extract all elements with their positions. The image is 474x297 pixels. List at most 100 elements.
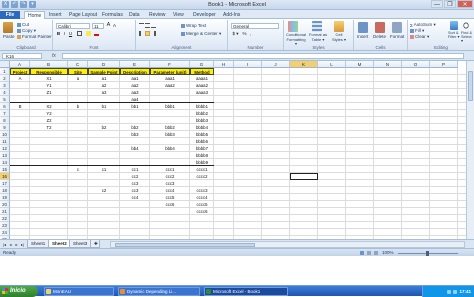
row-header-3[interactable]: 3 [0,82,10,89]
table-cell[interactable]: a3 [88,89,120,96]
column-header-e[interactable]: E [120,61,150,68]
table-cell[interactable]: bbbb6 [190,138,214,145]
table-cell[interactable]: c [68,166,88,173]
vertical-scroll-thumb[interactable] [468,71,473,101]
italic-button[interactable]: I [62,31,67,36]
merge-center-button[interactable]: Merge & Center ▾ [181,31,221,37]
tab-home[interactable]: Home [24,11,46,19]
align-top-icon[interactable] [139,23,144,28]
table-cell[interactable]: aaaa1 [190,75,214,82]
row-header-14[interactable]: 14 [0,159,10,166]
table-cell[interactable]: cccc4 [190,194,214,201]
column-header-b[interactable]: B [30,61,68,68]
row-header-9[interactable]: 9 [0,124,10,131]
prev-sheet-icon[interactable]: ◂ [8,242,13,247]
number-format-select[interactable]: General [231,23,279,29]
delete-cells-button[interactable]: Delete [373,34,386,39]
table-cell[interactable]: aaa1 [150,75,190,82]
bold-button[interactable]: B [56,31,61,36]
column-header-h[interactable]: H [214,61,234,68]
align-bottom-icon[interactable] [151,23,156,28]
table-header-cell[interactable]: Method [190,68,214,75]
name-box[interactable]: K16 [2,53,42,59]
table-cell[interactable]: ccc4 [150,187,190,194]
page-break-view-icon[interactable] [374,251,378,255]
worksheet-grid[interactable]: A B C D E F G H I J K L M N O P 1 2 3 4 5 6 7 8 9 10 11 12 13 14 15 16 1… [0,61,466,239]
table-cell[interactable]: cc3 [120,187,150,194]
table-cell[interactable]: bbbb2 [190,110,214,117]
align-right-icon[interactable] [151,31,156,36]
tab-insert[interactable]: Insert [46,11,65,19]
table-cell[interactable]: Z1 [30,89,68,96]
wrap-text-button[interactable]: Wrap Text [181,23,206,28]
volume-icon[interactable] [453,289,458,294]
table-cell[interactable]: ccc6 [150,201,190,208]
row-header-23[interactable]: 23 [0,222,10,229]
table-cell[interactable]: aa1 [120,75,150,82]
clear-button[interactable]: Clear ▾ [410,34,429,40]
table-cell[interactable]: aa2 [120,82,150,89]
restore-button[interactable]: ❐ [444,0,456,8]
column-header-i[interactable]: I [234,61,262,68]
tab-file[interactable]: File [0,11,20,19]
table-cell[interactable]: cccc5 [190,201,214,208]
column-header-d[interactable]: D [88,61,120,68]
table-header-cell[interactable]: Description [120,68,150,75]
cell-styles-button[interactable]: Cell Styles ▾ [330,32,348,42]
table-cell[interactable]: bbb4 [150,145,190,152]
table-cell[interactable]: cc2 [120,173,150,180]
row-header-7[interactable]: 7 [0,110,10,117]
table-cell[interactable]: c2 [88,187,120,194]
sheet-tab-sheet1[interactable]: Sheet1 [27,240,50,248]
tab-formulas[interactable]: Formulas [99,11,126,19]
row-header-20[interactable]: 20 [0,201,10,208]
paste-button[interactable]: Paste [3,34,15,39]
vertical-scrollbar[interactable] [466,61,474,239]
table-cell[interactable]: bbbb7 [190,145,214,152]
table-cell[interactable]: aa3 [120,89,150,96]
table-header-cell[interactable]: Responsible [30,68,68,75]
percent-button[interactable]: % [242,31,247,36]
font-color-icon[interactable] [94,31,99,36]
column-header-n[interactable]: N [374,61,402,68]
zoom-slider-thumb[interactable] [426,250,429,256]
insert-function-icon[interactable]: fx [52,53,56,59]
format-cells-icon[interactable] [392,22,402,33]
clock[interactable]: 17:41 [459,289,471,294]
column-header-m[interactable]: M [346,61,374,68]
tab-add-ins[interactable]: Add-Ins [220,11,243,19]
row-header-4[interactable]: 4 [0,89,10,96]
insert-sheet-icon[interactable]: ✚ [90,240,100,248]
row-header-1[interactable]: 1 [0,68,10,75]
find-select-button[interactable]: Find & Select ▾ [461,31,473,43]
table-cell[interactable]: b2 [88,124,120,131]
column-header-f[interactable]: F [150,61,190,68]
row-header-21[interactable]: 21 [0,208,10,215]
table-header-cell[interactable]: Sample Point [88,68,120,75]
font-size-select[interactable]: 11 [92,23,104,29]
table-cell[interactable]: cccc2 [190,173,214,180]
insert-cells-button[interactable]: Insert [357,34,368,39]
table-cell[interactable]: Z2 [30,117,68,124]
row-header-18[interactable]: 18 [0,187,10,194]
column-header-p[interactable]: P [430,61,458,68]
table-cell[interactable]: cccc1 [190,166,214,173]
sheet-tab-sheet2[interactable]: Sheet2 [48,240,71,248]
table-cell[interactable]: bbb1 [150,103,190,110]
horizontal-scrollbar[interactable] [110,241,465,248]
row-header-17[interactable]: 17 [0,180,10,187]
table-cell[interactable]: ccc5 [150,194,190,201]
table-cell[interactable]: A [10,75,30,82]
network-icon[interactable] [447,289,452,294]
formula-input[interactable] [62,53,464,59]
table-cell[interactable]: Y2 [30,110,68,117]
row-header-24[interactable]: 24 [0,229,10,236]
table-header-cell[interactable]: Project [10,68,30,75]
row-header-8[interactable]: 8 [0,117,10,124]
table-cell[interactable]: cc1 [120,166,150,173]
cell-styles-icon[interactable] [334,21,344,32]
align-middle-icon[interactable] [145,23,150,28]
normal-view-icon[interactable] [360,251,364,255]
sort-filter-icon[interactable] [450,21,458,30]
table-cell[interactable]: bb2 [120,124,150,131]
